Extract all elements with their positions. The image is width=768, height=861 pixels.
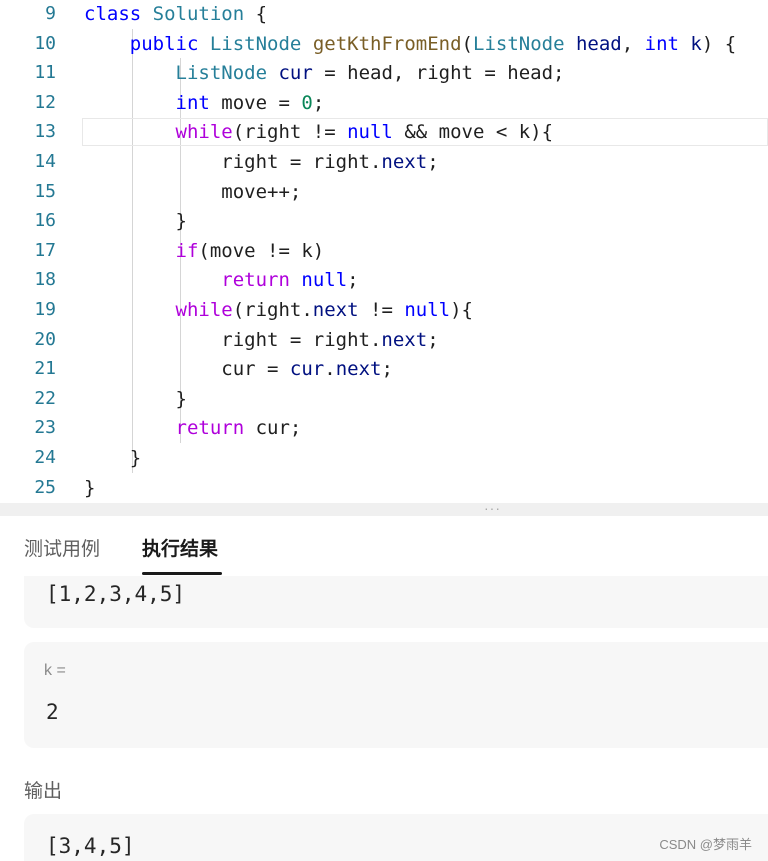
- code-line[interactable]: 22 }: [0, 383, 768, 414]
- code-text: }: [84, 447, 142, 469]
- code-line[interactable]: 9 class Solution {: [0, 0, 768, 29]
- watermark: CSDN @梦雨羊: [659, 837, 752, 852]
- code-text: return cur;: [175, 417, 302, 440]
- code-line[interactable]: 13 while(right != null && move < k){: [0, 117, 768, 148]
- code-line[interactable]: 25}: [0, 473, 768, 503]
- line-number: 22: [34, 387, 56, 409]
- code-text: }: [84, 210, 187, 233]
- code-text: class Solution {: [84, 3, 268, 25]
- code-line[interactable]: 18 return null;: [0, 265, 768, 296]
- code-line[interactable]: 24 }: [0, 443, 768, 473]
- code-text: }: [84, 476, 96, 499]
- input-k-box: k = 2: [24, 642, 768, 748]
- output-label: 输出: [24, 781, 63, 802]
- drag-handle-icon: ···: [484, 500, 501, 516]
- line-number: 14: [34, 151, 56, 172]
- line-number: 23: [34, 417, 56, 439]
- active-tab-indicator: [142, 572, 222, 575]
- code-text: int move = 0;: [175, 91, 325, 114]
- code-text: public ListNode getKthFromEnd(ListNode h…: [129, 32, 737, 55]
- code-line[interactable]: 14 right = right.next;: [0, 147, 768, 177]
- line-number: 18: [34, 269, 56, 291]
- code-editor[interactable]: 9 class Solution { 10 public ListNode getK…: [0, 0, 768, 503]
- line-number: 12: [34, 91, 56, 113]
- line-number: 24: [34, 447, 56, 468]
- console-tabs: 测试用例 执行结果: [0, 516, 768, 576]
- line-number: 9: [45, 3, 56, 24]
- input-k-value: 2: [46, 700, 59, 724]
- code-line[interactable]: 16 }: [0, 206, 768, 237]
- code-line[interactable]: 10 public ListNode getKthFromEnd(ListNod…: [0, 28, 768, 59]
- line-number: 13: [34, 121, 56, 143]
- line-number: 10: [34, 32, 56, 54]
- line-number: 20: [34, 328, 56, 350]
- code-text: cur = cur.next;: [84, 358, 393, 381]
- tab-test-cases[interactable]: 测试用例: [24, 534, 100, 561]
- output-value: [3,4,5]: [46, 834, 135, 858]
- result-panel: [1,2,3,4,5] k = 2 输出 [3,4,5] CSDN @梦雨羊: [0, 576, 768, 861]
- code-text: right = right.next;: [84, 328, 439, 351]
- line-number: 16: [34, 210, 56, 232]
- input-k-label: k =: [44, 662, 66, 679]
- code-text: if(move != k): [175, 239, 325, 262]
- code-line[interactable]: 17 if(move != k): [0, 235, 768, 266]
- input-head-box: [1,2,3,4,5]: [24, 576, 768, 628]
- line-number: 15: [34, 180, 56, 202]
- line-number: 21: [34, 358, 56, 380]
- code-text: return null;: [221, 269, 359, 292]
- code-text: while(right.next != null){: [175, 299, 473, 321]
- code-text: }: [84, 387, 187, 410]
- code-line[interactable]: 21 cur = cur.next;: [0, 354, 768, 385]
- code-text: ListNode cur = head, right = head;: [175, 62, 565, 85]
- code-text: move++;: [84, 180, 302, 203]
- code-line[interactable]: 19 while(right.next != null){: [0, 295, 768, 325]
- line-number: 19: [34, 299, 56, 320]
- line-number: 25: [34, 476, 56, 498]
- code-text: while(right != null && move < k){: [175, 121, 554, 144]
- panel-resize-handle[interactable]: ···: [0, 500, 768, 516]
- code-line[interactable]: 23 return cur;: [0, 413, 768, 444]
- code-line[interactable]: 12 int move = 0;: [0, 87, 768, 118]
- code-line[interactable]: 15 move++;: [0, 176, 768, 207]
- line-number: 11: [34, 62, 56, 84]
- tab-result[interactable]: 执行结果: [142, 534, 218, 561]
- code-line[interactable]: 20 right = right.next;: [0, 324, 768, 355]
- output-box: [3,4,5]: [24, 814, 768, 861]
- code-line[interactable]: 11 ListNode cur = head, right = head;: [0, 58, 768, 89]
- input-head-value: [1,2,3,4,5]: [46, 582, 186, 606]
- line-number: 17: [34, 239, 56, 261]
- code-text: right = right.next;: [84, 151, 439, 173]
